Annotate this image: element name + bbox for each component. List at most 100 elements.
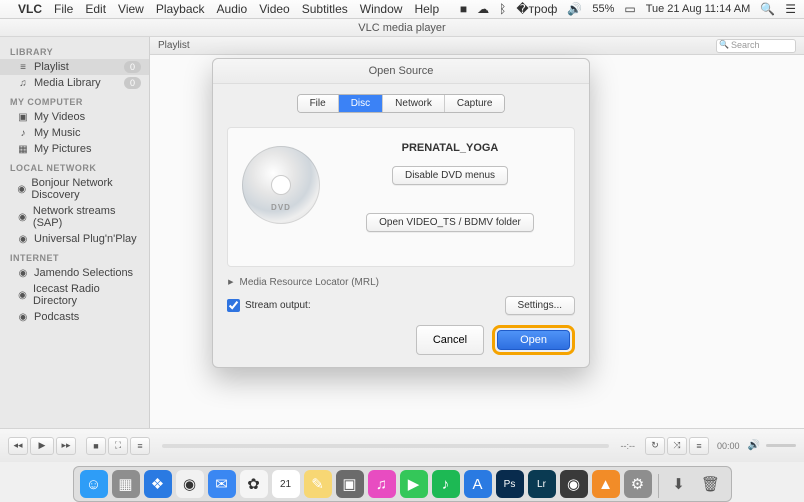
dock: ☺▦❖◉✉✿21✎▣♫▶♪APsLr◉▲⚙⬇🗑: [73, 466, 732, 502]
tab-file[interactable]: File: [298, 95, 339, 112]
stream-output-checkbox[interactable]: [227, 299, 240, 312]
bluetooth-icon[interactable]: ᛒ: [499, 2, 506, 16]
dock-app-facetime[interactable]: ▶: [400, 470, 428, 498]
sidebar-item-my-videos[interactable]: ▣My Videos: [0, 109, 149, 125]
sidebar-item-bonjour[interactable]: ◉Bonjour Network Discovery: [0, 175, 149, 203]
dock-app-calendar[interactable]: 21: [272, 470, 300, 498]
notification-center-icon[interactable]: ☰: [785, 2, 796, 16]
repeat-button[interactable]: ↻: [645, 437, 665, 455]
dock-app-chrome[interactable]: ◉: [176, 470, 204, 498]
sidebar-section-internet: INTERNET: [0, 247, 149, 265]
dock-separator: [658, 474, 659, 498]
media-library-icon: ♫: [16, 78, 30, 89]
disable-dvd-menus-button[interactable]: Disable DVD menus: [392, 166, 508, 185]
app-name[interactable]: VLC: [18, 2, 42, 16]
sidebar-section-library: LIBRARY: [0, 41, 149, 59]
video-status-icon[interactable]: ■: [460, 2, 467, 16]
dvd-text: DVD: [271, 203, 291, 212]
media-library-count-badge: 0: [124, 77, 141, 89]
cancel-button[interactable]: Cancel: [416, 325, 484, 355]
dock-app-launchpad[interactable]: ▦: [112, 470, 140, 498]
cloud-icon[interactable]: ☁: [477, 2, 489, 16]
dialog-title: Open Source: [213, 59, 589, 84]
network-icon: ◉: [16, 184, 27, 195]
seek-slider[interactable]: [162, 444, 609, 448]
dock-app-vlc[interactable]: ▲: [592, 470, 620, 498]
tab-network[interactable]: Network: [383, 95, 445, 112]
dock-app-appstore[interactable]: A: [464, 470, 492, 498]
clock[interactable]: Tue 21 Aug 11:14 AM: [646, 3, 751, 15]
wifi-icon[interactable]: �троф: [516, 2, 557, 16]
dock-app-photos[interactable]: ✿: [240, 470, 268, 498]
sidebar: LIBRARY ≡ Playlist 0 ♫ Media Library 0 M…: [0, 37, 150, 445]
dock-downloads[interactable]: ⬇: [665, 470, 693, 498]
sidebar-item-media-library[interactable]: ♫ Media Library 0: [0, 75, 149, 91]
effects-button[interactable]: ≡: [689, 437, 709, 455]
sidebar-item-my-music[interactable]: ♪My Music: [0, 125, 149, 141]
menu-view[interactable]: View: [118, 2, 144, 16]
dock-app-safari[interactable]: ❖: [144, 470, 172, 498]
dock-app-sysprefs[interactable]: ⚙: [624, 470, 652, 498]
playlist-header-label: Playlist: [158, 40, 190, 51]
menu-file[interactable]: File: [54, 2, 73, 16]
battery-percent: 55%: [592, 3, 614, 15]
disc-panel: DVD PRENATAL_YOGA Disable DVD menus Open…: [227, 127, 575, 267]
dock-app-mail[interactable]: ✉: [208, 470, 236, 498]
menu-window[interactable]: Window: [360, 2, 403, 16]
stop-button[interactable]: ■: [86, 437, 106, 455]
pictures-icon: ▦: [16, 144, 30, 155]
stream-output-label: Stream output:: [245, 300, 311, 311]
volume-icon[interactable]: 🔊: [748, 440, 760, 451]
menu-help[interactable]: Help: [414, 2, 439, 16]
dock-app-itunes[interactable]: ♫: [368, 470, 396, 498]
sidebar-item-podcasts[interactable]: ◉Podcasts: [0, 309, 149, 325]
search-input[interactable]: Search: [716, 39, 796, 53]
volume-slider[interactable]: [766, 444, 796, 447]
playlist-button[interactable]: ≡: [130, 437, 150, 455]
sidebar-item-label: Universal Plug'n'Play: [34, 233, 137, 245]
tab-capture[interactable]: Capture: [445, 95, 505, 112]
next-button[interactable]: ▸▸: [56, 437, 76, 455]
menu-edit[interactable]: Edit: [85, 2, 106, 16]
sidebar-section-localnetwork: LOCAL NETWORK: [0, 157, 149, 175]
open-source-dialog: Open Source File Disc Network Capture DV…: [212, 58, 590, 368]
sidebar-item-icecast[interactable]: ◉Icecast Radio Directory: [0, 281, 149, 309]
playback-controls: ◂◂ ▶ ▸▸ ■ ⛶ ≡ --:-- ↻ ⤨ ≡ 00:00 🔊: [0, 428, 804, 462]
previous-button[interactable]: ◂◂: [8, 437, 28, 455]
battery-icon[interactable]: ▭: [624, 2, 635, 16]
sidebar-item-playlist[interactable]: ≡ Playlist 0: [0, 59, 149, 75]
fullscreen-button[interactable]: ⛶: [108, 437, 128, 455]
sidebar-item-sap[interactable]: ◉Network streams (SAP): [0, 203, 149, 231]
mrl-disclosure[interactable]: ▶ Media Resource Locator (MRL): [227, 277, 575, 288]
dock-app-photoshop[interactable]: Ps: [496, 470, 524, 498]
menu-playback[interactable]: Playback: [156, 2, 205, 16]
sidebar-item-my-pictures[interactable]: ▦ My Pictures: [0, 141, 149, 157]
dock-app-preview[interactable]: ▣: [336, 470, 364, 498]
spotlight-icon[interactable]: 🔍: [760, 2, 775, 16]
dock-app-screenflow[interactable]: ◉: [560, 470, 588, 498]
sidebar-item-upnp[interactable]: ◉Universal Plug'n'Play: [0, 231, 149, 247]
menu-subtitles[interactable]: Subtitles: [302, 2, 348, 16]
dock-app-spotify[interactable]: ♪: [432, 470, 460, 498]
open-video-ts-button[interactable]: Open VIDEO_TS / BDMV folder: [366, 213, 534, 232]
sidebar-item-label: Network streams (SAP): [33, 205, 139, 229]
dock-app-finder[interactable]: ☺: [80, 470, 108, 498]
menu-video[interactable]: Video: [259, 2, 289, 16]
sidebar-item-jamendo[interactable]: ◉Jamendo Selections: [0, 265, 149, 281]
settings-button[interactable]: Settings...: [505, 296, 575, 315]
tab-disc[interactable]: Disc: [339, 95, 383, 112]
open-button[interactable]: Open: [497, 330, 570, 350]
dock-app-notes[interactable]: ✎: [304, 470, 332, 498]
sidebar-item-label: Media Library: [34, 77, 101, 89]
disclosure-triangle-icon: ▶: [228, 279, 233, 287]
volume-icon[interactable]: 🔊: [567, 2, 582, 16]
menu-audio[interactable]: Audio: [217, 2, 248, 16]
window-titlebar: VLC media player: [0, 19, 804, 37]
dock-app-lightroom[interactable]: Lr: [528, 470, 556, 498]
dock-trash[interactable]: 🗑: [697, 470, 725, 498]
shuffle-button[interactable]: ⤨: [667, 437, 687, 455]
sidebar-section-mycomputer: MY COMPUTER: [0, 91, 149, 109]
playlist-icon: ≡: [16, 62, 30, 73]
play-button[interactable]: ▶: [30, 437, 54, 455]
sidebar-item-label: My Pictures: [34, 143, 91, 155]
